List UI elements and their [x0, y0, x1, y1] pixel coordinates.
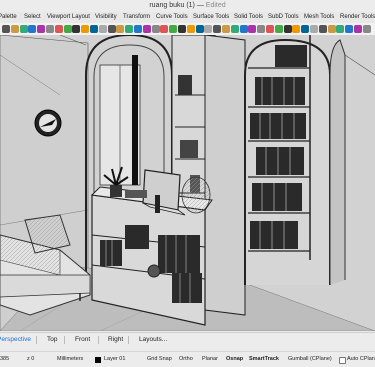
- layer-color-swatch[interactable]: [95, 357, 101, 363]
- cylinder-icon[interactable]: [266, 25, 274, 33]
- layout-icon[interactable]: [125, 25, 134, 33]
- polyline-icon[interactable]: [195, 25, 204, 33]
- zoom-window-icon[interactable]: [72, 25, 81, 33]
- tab-visibility[interactable]: Visibility: [95, 12, 117, 23]
- model-wireframe: [0, 35, 375, 331]
- current-layer[interactable]: Layer 01: [104, 352, 125, 367]
- window-titlebar: ruang buku (1) — Edited: [0, 0, 375, 12]
- scale-icon[interactable]: [327, 25, 336, 33]
- tab-front[interactable]: Front: [75, 333, 90, 347]
- fillet-icon[interactable]: [301, 25, 310, 33]
- wall-clock: [34, 109, 62, 137]
- tab-render-tools[interactable]: Render Tools: [340, 12, 375, 23]
- tab-top[interactable]: Top: [47, 333, 57, 347]
- redo-icon[interactable]: [19, 25, 28, 33]
- tab-layouts[interactable]: Layouts...: [139, 333, 167, 347]
- paste-icon[interactable]: [37, 25, 46, 33]
- extrude-icon[interactable]: [274, 25, 283, 33]
- window-title: ruang buku (1): [149, 2, 195, 9]
- properties-icon[interactable]: [178, 25, 186, 33]
- arc-icon[interactable]: [222, 25, 230, 33]
- sun-icon[interactable]: [354, 25, 362, 33]
- tab-transform[interactable]: Transform: [123, 12, 150, 23]
- help-icon[interactable]: [362, 25, 371, 33]
- lattice-lamp: [181, 176, 211, 214]
- perspective-viewport[interactable]: [0, 35, 375, 331]
- zoom-icon[interactable]: [63, 25, 72, 33]
- pointer-icon[interactable]: [2, 25, 10, 33]
- ortho-toggle[interactable]: Ortho: [179, 352, 193, 367]
- tab-select[interactable]: Select: [24, 12, 41, 23]
- tab-surface-tools[interactable]: Surface Tools: [193, 12, 229, 23]
- grid-snap-toggle[interactable]: Grid Snap: [147, 352, 172, 367]
- tab-palette[interactable]: Palette: [0, 12, 17, 23]
- curve-icon[interactable]: [204, 25, 213, 33]
- planar-toggle[interactable]: Planar: [202, 352, 218, 367]
- sphere-icon[interactable]: [257, 25, 266, 33]
- circle-icon[interactable]: [213, 25, 222, 33]
- coordinate-x: 385: [0, 356, 10, 362]
- rotate-icon[interactable]: [54, 25, 63, 33]
- top-view-icon[interactable]: [98, 25, 107, 33]
- render-icon[interactable]: [345, 25, 354, 33]
- tab-perspective[interactable]: Perspective: [0, 333, 31, 347]
- tab-divider: [64, 336, 65, 344]
- tab-divider: [36, 336, 37, 344]
- ortho-icon[interactable]: [142, 25, 151, 33]
- tab-divider: [128, 336, 129, 344]
- units-label: Millimeters: [57, 356, 84, 362]
- gumball-toggle[interactable]: Gumball (CPlane): [288, 352, 332, 367]
- tab-mesh-tools[interactable]: Mesh Tools: [304, 12, 334, 23]
- coordinate-z: z 0: [27, 356, 35, 362]
- boolean-icon[interactable]: [292, 25, 301, 33]
- tab-curve-tools[interactable]: Curve Tools: [156, 12, 188, 23]
- polygon-icon[interactable]: [239, 25, 248, 33]
- auto-cplane-checkbox[interactable]: [339, 357, 346, 364]
- osnap-icon[interactable]: [160, 25, 169, 33]
- tab-divider: [98, 336, 99, 344]
- tab-subd-tools[interactable]: SubD Tools: [268, 12, 299, 23]
- layer-icon[interactable]: [169, 25, 178, 33]
- grid-icon[interactable]: [134, 25, 142, 33]
- status-bar: 385 z 0 Millimeters Layer 01 Grid Snap O…: [0, 351, 375, 367]
- rectangle-icon[interactable]: [230, 25, 239, 33]
- edited-status: Edited: [205, 2, 226, 9]
- copy-icon[interactable]: [28, 25, 37, 33]
- tab-right[interactable]: Right: [108, 333, 123, 347]
- viewport-tabs: Perspective Top Front Right Layouts...: [0, 332, 375, 347]
- smarttrack-toggle[interactable]: SmartTrack: [249, 352, 279, 367]
- front-view-icon[interactable]: [107, 25, 116, 33]
- box-icon[interactable]: [248, 25, 257, 33]
- planar-icon[interactable]: [151, 25, 160, 33]
- auto-cplane-label[interactable]: Auto CPlane: [347, 352, 375, 367]
- tab-solid-tools[interactable]: Solid Tools: [234, 12, 263, 23]
- undo-icon[interactable]: [10, 25, 19, 33]
- line-icon[interactable]: [186, 25, 195, 33]
- loft-icon[interactable]: [283, 25, 292, 33]
- perspective-icon[interactable]: [90, 25, 98, 33]
- array-icon[interactable]: [318, 25, 327, 33]
- osnap-toggle[interactable]: Osnap: [226, 352, 243, 367]
- title-separator: —: [196, 2, 204, 9]
- mirror-icon[interactable]: [310, 25, 318, 33]
- material-icon[interactable]: [336, 25, 345, 33]
- zoom-extents-icon[interactable]: [81, 25, 90, 33]
- pan-icon[interactable]: [46, 25, 54, 33]
- tab-viewport-layout[interactable]: Viewport Layout: [47, 12, 90, 23]
- right-view-icon[interactable]: [116, 25, 125, 33]
